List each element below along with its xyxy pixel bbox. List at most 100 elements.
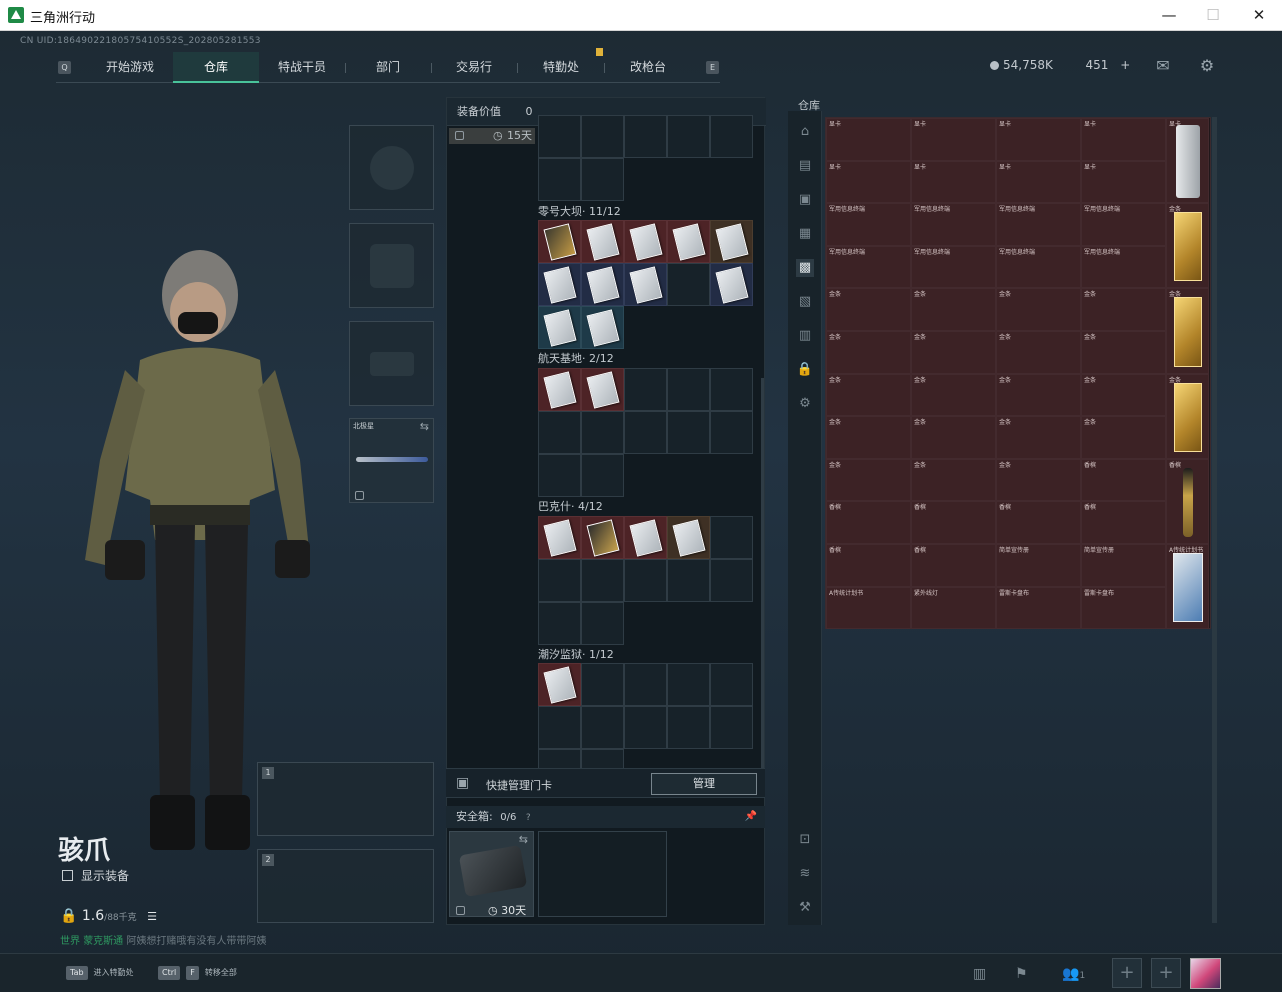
tidy-icon[interactable]: ⚒ <box>796 899 814 917</box>
gpu-item[interactable]: 显卡 <box>826 160 911 204</box>
gold-item[interactable]: 金条 <box>826 458 911 502</box>
gold-item[interactable]: 金条 <box>826 288 911 331</box>
champagne-item[interactable]: 香槟 <box>911 544 996 587</box>
category-icon[interactable]: ▥ <box>796 327 814 345</box>
board-item[interactable]: 军用信息终端 <box>911 203 996 246</box>
sort-icon[interactable]: ⊡ <box>796 831 814 849</box>
key-card-slot[interactable] <box>581 263 624 306</box>
empty-slot[interactable] <box>538 559 581 602</box>
primary-weapon-slot[interactable]: 1 <box>257 762 434 836</box>
pistol-slot[interactable] <box>349 321 434 406</box>
nav-prev-key[interactable]: Q <box>58 61 71 74</box>
champagne-item[interactable]: 香槟 <box>826 501 911 544</box>
category-all-icon[interactable]: ⌂ <box>796 123 814 141</box>
manage-button[interactable]: 管理 <box>651 773 757 795</box>
pin-icon[interactable]: 📌 <box>745 806 757 828</box>
board-item[interactable]: 军用信息终端 <box>1081 245 1166 289</box>
empty-slot[interactable] <box>667 115 710 158</box>
empty-slot[interactable] <box>667 263 710 306</box>
board-item[interactable]: 军用信息终端 <box>911 245 996 289</box>
empty-slot[interactable] <box>538 454 581 497</box>
gold-item[interactable]: 金条 <box>826 373 911 417</box>
cloth-item[interactable]: 雷斯卡盘布 <box>996 586 1081 630</box>
board-item[interactable]: 军用信息终端 <box>1081 203 1166 246</box>
cloth-item[interactable]: 雷斯卡盘布 <box>1081 586 1166 630</box>
champagne-item[interactable]: 香槟 <box>911 501 996 544</box>
gold-item[interactable]: 金条 <box>911 373 996 417</box>
empty-slot[interactable] <box>581 158 624 201</box>
key-card-slot[interactable] <box>581 368 624 411</box>
key-card-slot[interactable] <box>538 306 581 349</box>
category-icon[interactable]: ▤ <box>796 157 814 175</box>
tab-warehouse[interactable]: 仓库 <box>173 52 259 83</box>
empty-slot[interactable] <box>581 115 624 158</box>
gold-item[interactable]: 金条 <box>996 416 1081 459</box>
empty-slot[interactable] <box>538 158 581 201</box>
lock-icon[interactable]: 🔒 <box>796 361 814 379</box>
empty-slot[interactable] <box>667 663 710 706</box>
empty-slot[interactable] <box>538 115 581 158</box>
gpu-item[interactable]: 显卡 <box>911 160 996 204</box>
empty-slot[interactable] <box>710 115 753 158</box>
nav-next-key[interactable]: E <box>706 61 719 74</box>
mail-icon[interactable]: ✉ <box>1153 56 1173 75</box>
gpu-item[interactable]: 显卡 <box>1081 118 1166 161</box>
gold-item[interactable]: 金条 <box>1166 203 1209 289</box>
helmet-slot[interactable] <box>349 125 434 210</box>
key-card-slot[interactable] <box>538 516 581 559</box>
settings-gear-icon[interactable]: ⚙ <box>1197 56 1217 75</box>
armor-slot[interactable] <box>349 223 434 308</box>
gpu-item[interactable]: 显卡 <box>911 118 996 161</box>
empty-slot[interactable] <box>624 559 667 602</box>
add-currency-button[interactable]: + <box>1120 58 1130 72</box>
board-item[interactable]: 军用信息终端 <box>826 245 911 289</box>
gold-item[interactable]: 金条 <box>996 458 1081 502</box>
category-active-icon[interactable]: ▩ <box>796 259 814 277</box>
add-teammate-button[interactable]: + <box>1112 958 1142 988</box>
gold-item[interactable]: 金条 <box>996 288 1081 331</box>
key-card-slot[interactable] <box>624 263 667 306</box>
tab-trading[interactable]: 交易行 <box>434 52 514 83</box>
tab-operators[interactable]: 特战干员 <box>262 52 342 83</box>
empty-slot[interactable] <box>538 411 581 454</box>
empty-slot[interactable] <box>581 411 624 454</box>
transfer-all-shortcut[interactable]: Ctrl F 转移全部 <box>158 966 237 980</box>
empty-slot[interactable] <box>624 663 667 706</box>
melee-slot[interactable]: 北极星 ⇆ <box>349 418 434 503</box>
key-card-slot[interactable] <box>710 220 753 263</box>
gold-item[interactable]: 金条 <box>1081 373 1166 417</box>
key-card-slot[interactable] <box>581 306 624 349</box>
gold-item[interactable]: 金条 <box>911 416 996 459</box>
empty-slot[interactable] <box>581 663 624 706</box>
champagne-item[interactable]: 香槟 <box>1166 458 1209 544</box>
board-item[interactable]: 军用信息终端 <box>996 203 1081 246</box>
gold-item[interactable]: 金条 <box>1081 331 1166 374</box>
weight-list-icon[interactable]: ☰ <box>147 910 157 923</box>
tab-special-ops[interactable]: 特勤处 <box>521 52 601 83</box>
swap-icon[interactable]: ⇆ <box>519 833 528 846</box>
gpu-item[interactable]: 显卡 <box>996 118 1081 161</box>
squad-icon[interactable]: 👥1 <box>1062 966 1085 982</box>
empty-slot[interactable] <box>581 559 624 602</box>
empty-slot[interactable] <box>624 368 667 411</box>
mid-scrollbar[interactable] <box>761 378 764 768</box>
tab-department[interactable]: 部门 <box>348 52 428 83</box>
key-card-slot[interactable] <box>538 368 581 411</box>
gpu-item[interactable]: 显卡 <box>996 160 1081 204</box>
board-item[interactable]: 军用信息终端 <box>996 245 1081 289</box>
key-card-slot[interactable] <box>667 516 710 559</box>
settings-icon[interactable]: ⚙ <box>796 395 814 413</box>
empty-slot[interactable] <box>710 663 753 706</box>
empty-slot[interactable] <box>581 454 624 497</box>
category-icon[interactable]: ▣ <box>796 191 814 209</box>
empty-slot[interactable] <box>581 602 624 645</box>
film-item[interactable]: A传统计划书 <box>826 586 911 630</box>
show-equipment-checkbox[interactable] <box>62 870 73 881</box>
flag-icon[interactable]: ⚑ <box>1015 966 1028 982</box>
empty-slot[interactable] <box>710 559 753 602</box>
champagne-item[interactable]: 香槟 <box>1081 458 1166 502</box>
champagne-item[interactable]: 香槟 <box>826 544 911 587</box>
key-card-slot[interactable] <box>581 516 624 559</box>
gold-item[interactable]: 金条 <box>996 373 1081 417</box>
avatar[interactable] <box>1190 958 1221 989</box>
